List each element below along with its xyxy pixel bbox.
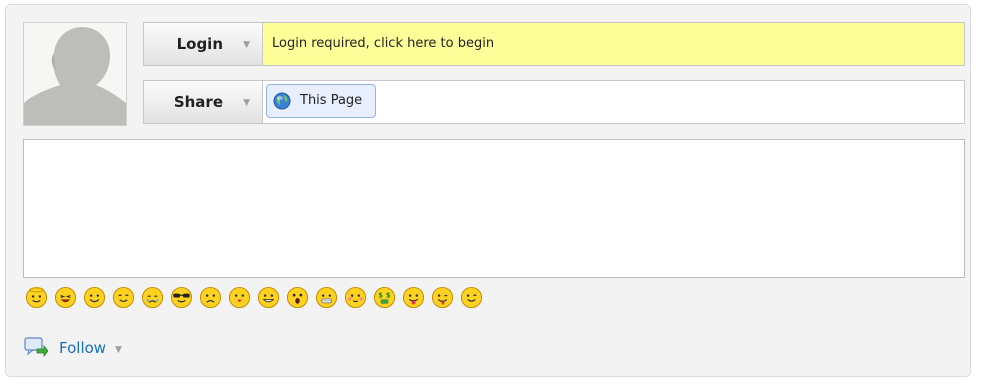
avatar xyxy=(23,22,127,126)
smile-emoji-icon[interactable] xyxy=(83,286,106,309)
blushing-emoji-icon[interactable] xyxy=(344,286,367,309)
money-mouth-emoji-icon[interactable]: $ $ xyxy=(373,286,396,309)
login-tab-label: Login xyxy=(176,35,223,53)
follow-label: Follow xyxy=(59,339,107,357)
silly-emoji-icon[interactable] xyxy=(431,286,454,309)
globe-icon xyxy=(273,92,291,110)
share-row: Share ▼ This Page xyxy=(143,80,965,124)
share-tab-label: Share xyxy=(173,93,223,111)
share-tab[interactable]: Share ▼ xyxy=(144,81,263,123)
surprised-emoji-icon[interactable] xyxy=(286,286,309,309)
grin-emoji-icon[interactable] xyxy=(257,286,280,309)
content-emoji-icon[interactable] xyxy=(112,286,135,309)
share-this-page-label: This Page xyxy=(300,93,363,108)
emoji-bar: $ $ xyxy=(25,286,483,310)
default-user-silhouette-icon xyxy=(24,27,126,125)
wink-emoji-icon[interactable] xyxy=(460,286,483,309)
svg-text:$: $ xyxy=(386,292,391,300)
sad-emoji-icon[interactable] xyxy=(199,286,222,309)
dropdown-arrow-icon: ▼ xyxy=(243,40,250,50)
kiss-emoji-icon[interactable] xyxy=(228,286,251,309)
braces-emoji-icon[interactable] xyxy=(315,286,338,309)
svg-text:$: $ xyxy=(378,292,383,300)
laughing-emoji-icon[interactable] xyxy=(54,286,77,309)
comment-input[interactable] xyxy=(23,139,965,278)
follow-chat-icon xyxy=(24,337,48,357)
angel-emoji-icon[interactable] xyxy=(25,286,48,309)
crying-emoji-icon[interactable] xyxy=(141,286,164,309)
share-this-page-button[interactable]: This Page xyxy=(266,84,377,118)
tongue-emoji-icon[interactable] xyxy=(402,286,425,309)
login-tab[interactable]: Login ▼ xyxy=(144,23,263,65)
login-required-message[interactable]: Login required, click here to begin xyxy=(263,23,964,65)
dropdown-arrow-icon: ▼ xyxy=(243,98,250,108)
dropdown-arrow-icon: ▼ xyxy=(115,345,122,355)
login-row: Login ▼ Login required, click here to be… xyxy=(143,22,965,66)
sunglasses-emoji-icon[interactable] xyxy=(170,286,193,309)
login-message-text: Login required, click here to begin xyxy=(272,36,495,51)
